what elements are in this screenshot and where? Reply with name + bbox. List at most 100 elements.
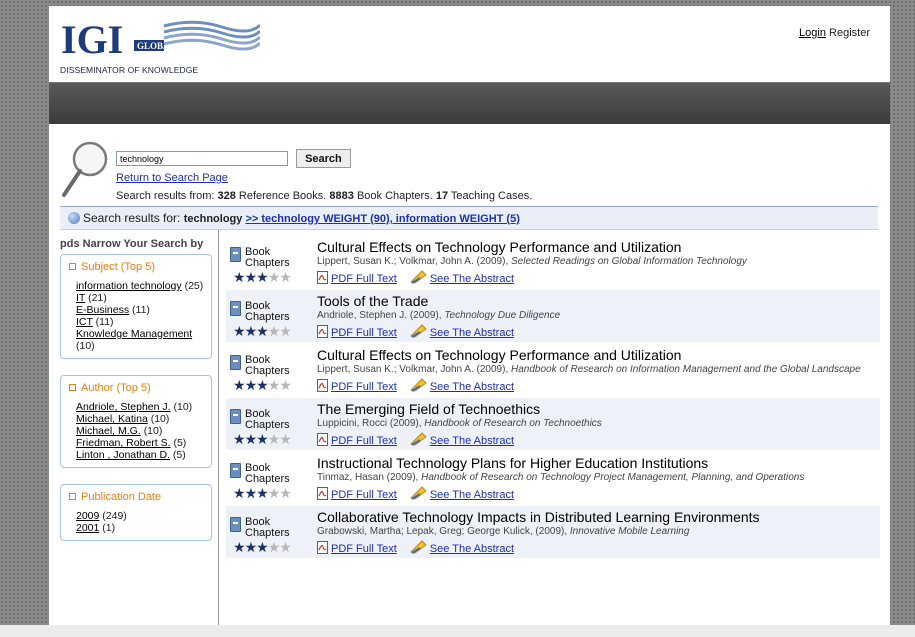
pdf-full-text-link[interactable]: PDF Full Text bbox=[331, 543, 397, 555]
pdf-full-text-link[interactable]: PDF Full Text bbox=[331, 381, 397, 393]
search-button[interactable]: Search bbox=[296, 149, 351, 168]
pdf-icon bbox=[317, 325, 328, 338]
book-type-label: Book Chapters bbox=[245, 516, 290, 539]
facet-item-count: (10) bbox=[173, 401, 193, 413]
facet-item-link[interactable]: 2009 bbox=[76, 510, 99, 522]
result-title[interactable]: The Emerging Field of Technoethics bbox=[317, 401, 876, 418]
facet-item-link[interactable]: 2001 bbox=[76, 522, 99, 534]
result-authors: Grabowski, Martha; Lepak, Greg; George K… bbox=[317, 526, 570, 537]
cases-count: 17 bbox=[435, 190, 449, 202]
facet-item: Linton , Jonathan D. (5) bbox=[76, 449, 207, 461]
star-icon: ★ bbox=[256, 539, 269, 555]
abstract-icon bbox=[409, 432, 427, 446]
facet-item-link[interactable]: E-Business bbox=[76, 304, 129, 316]
star-icon: ★ bbox=[233, 269, 246, 285]
pdf-full-text-link[interactable]: PDF Full Text bbox=[331, 489, 397, 501]
facet-item: ICT (11) bbox=[76, 316, 207, 328]
result-title[interactable]: Collaborative Technology Impacts in Dist… bbox=[317, 509, 876, 526]
result-source: Selected Readings on Global Information … bbox=[511, 256, 747, 267]
return-to-search-link[interactable]: Return to Search Page bbox=[116, 172, 228, 184]
search-input[interactable] bbox=[116, 151, 288, 166]
cases-label: Teaching Cases. bbox=[448, 190, 533, 202]
result-item: Book Chapters ★★★★★ Cultural Effects on Te… bbox=[226, 344, 880, 396]
login-link[interactable]: Login bbox=[799, 27, 826, 39]
results-bar: Search results for: technology >> techno… bbox=[60, 206, 878, 230]
book-icon bbox=[230, 247, 241, 262]
register-link[interactable]: Register bbox=[829, 27, 870, 39]
see-abstract-link[interactable]: See The Abstract bbox=[430, 435, 514, 447]
result-citation: Luppicini, Rocci (2009), Handbook of Res… bbox=[317, 418, 876, 430]
pdf-full-text-link[interactable]: PDF Full Text bbox=[331, 273, 397, 285]
facet-item-link[interactable]: IT bbox=[76, 292, 85, 304]
star-icon: ★ bbox=[244, 377, 258, 393]
result-citation: Tinmaz, Hasan (2009), Handbook of Resear… bbox=[317, 472, 876, 484]
pdf-icon bbox=[317, 271, 328, 284]
book-icon bbox=[230, 355, 241, 370]
result-source: Technology Due Diligence bbox=[444, 310, 561, 321]
chapters-count: 8883 bbox=[329, 190, 354, 202]
see-abstract-link[interactable]: See The Abstract bbox=[430, 381, 514, 393]
facet-item-link[interactable]: Linton , Jonathan D. bbox=[76, 449, 170, 461]
facet-item-count: (11) bbox=[95, 316, 114, 328]
info-icon bbox=[68, 212, 80, 224]
see-abstract-link[interactable]: See The Abstract bbox=[430, 327, 514, 339]
pdf-full-text-link[interactable]: PDF Full Text bbox=[331, 435, 397, 447]
narrow-search-title: pds Narrow Your Search by bbox=[60, 238, 204, 250]
rating-stars: ★★★★★ bbox=[233, 323, 292, 339]
divider bbox=[218, 230, 219, 630]
facet-item-count: (11) bbox=[132, 304, 150, 316]
pdf-full-text-link[interactable]: PDF Full Text bbox=[331, 327, 397, 339]
facet-title: Subject (Top 5) bbox=[69, 261, 207, 273]
star-icon: ★ bbox=[244, 323, 258, 339]
igi-global-logo[interactable]: IGI GLOBAL DISSEMINATOR OF KNOWLEDGE bbox=[60, 15, 262, 77]
book-icon bbox=[230, 463, 241, 478]
facet-item-link[interactable]: Knowledge Management bbox=[76, 328, 192, 340]
result-title[interactable]: Instructional Technology Plans for Highe… bbox=[317, 455, 876, 472]
facet-item: Andriole, Stephen J. (10) bbox=[76, 401, 207, 413]
facet-item-link[interactable]: information technology bbox=[76, 280, 182, 292]
result-item: Book Chapters ★★★★★ Tools of the Trade Andr… bbox=[226, 290, 880, 342]
logo-graphic: IGI GLOBAL bbox=[61, 17, 262, 62]
nav-bar bbox=[49, 82, 890, 124]
result-source: Handbook of Research on Information Mana… bbox=[511, 364, 861, 375]
book-icon bbox=[230, 409, 241, 424]
star-icon: ★ bbox=[256, 431, 269, 447]
result-title[interactable]: Cultural Effects on Technology Performan… bbox=[317, 347, 876, 364]
search-area: Search Return to Search Page Search resu… bbox=[49, 124, 890, 206]
star-icon: ★ bbox=[279, 323, 292, 339]
auth-links: Login Register bbox=[799, 27, 870, 39]
facet-item-link[interactable]: Andriole, Stephen J. bbox=[76, 401, 171, 413]
result-links: PDF Full Text See The Abstract bbox=[317, 324, 876, 340]
result-links: PDF Full Text See The Abstract bbox=[317, 540, 876, 556]
book-icon bbox=[230, 517, 241, 532]
facet-bullet-icon bbox=[69, 493, 76, 500]
result-item: Book Chapters ★★★★★ Instructional Technolo… bbox=[226, 452, 880, 504]
result-title[interactable]: Tools of the Trade bbox=[317, 293, 876, 310]
star-icon: ★ bbox=[233, 377, 246, 393]
see-abstract-link[interactable]: See The Abstract bbox=[430, 273, 514, 285]
star-icon: ★ bbox=[256, 269, 269, 285]
facet-item-link[interactable]: ICT bbox=[76, 316, 93, 328]
result-citation: Lippert, Susan K.; Volkmar, John A. (200… bbox=[317, 256, 876, 268]
result-links: PDF Full Text See The Abstract bbox=[317, 270, 876, 286]
pdf-icon bbox=[317, 487, 328, 500]
facet-item: 2001 (1) bbox=[76, 522, 207, 534]
ref-books-count: 328 bbox=[217, 190, 236, 202]
facet-item-link[interactable]: Friedman, Robert S. bbox=[76, 437, 171, 449]
facet-item: information technology (25) bbox=[76, 280, 207, 292]
rating-stars: ★★★★★ bbox=[233, 269, 292, 285]
weights-link[interactable]: >> technology WEIGHT (90), information W… bbox=[245, 213, 519, 225]
results-for-label: Search results for: bbox=[83, 211, 184, 225]
facet-item-link[interactable]: Michael, M.G. bbox=[76, 425, 141, 437]
facet-item-link[interactable]: Michael, Katina bbox=[76, 413, 148, 425]
see-abstract-link[interactable]: See The Abstract bbox=[430, 543, 514, 555]
see-abstract-link[interactable]: See The Abstract bbox=[430, 489, 514, 501]
star-icon: ★ bbox=[267, 539, 281, 555]
result-item: Book Chapters ★★★★★ The Emerging Field of … bbox=[226, 398, 880, 450]
result-links: PDF Full Text See The Abstract bbox=[317, 486, 876, 502]
book-type-label: Book Chapters bbox=[245, 462, 290, 485]
result-title[interactable]: Cultural Effects on Technology Performan… bbox=[317, 239, 876, 256]
star-icon: ★ bbox=[233, 539, 246, 555]
result-authors: Lippert, Susan K.; Volkmar, John A. (200… bbox=[317, 364, 511, 375]
star-icon: ★ bbox=[233, 485, 246, 501]
